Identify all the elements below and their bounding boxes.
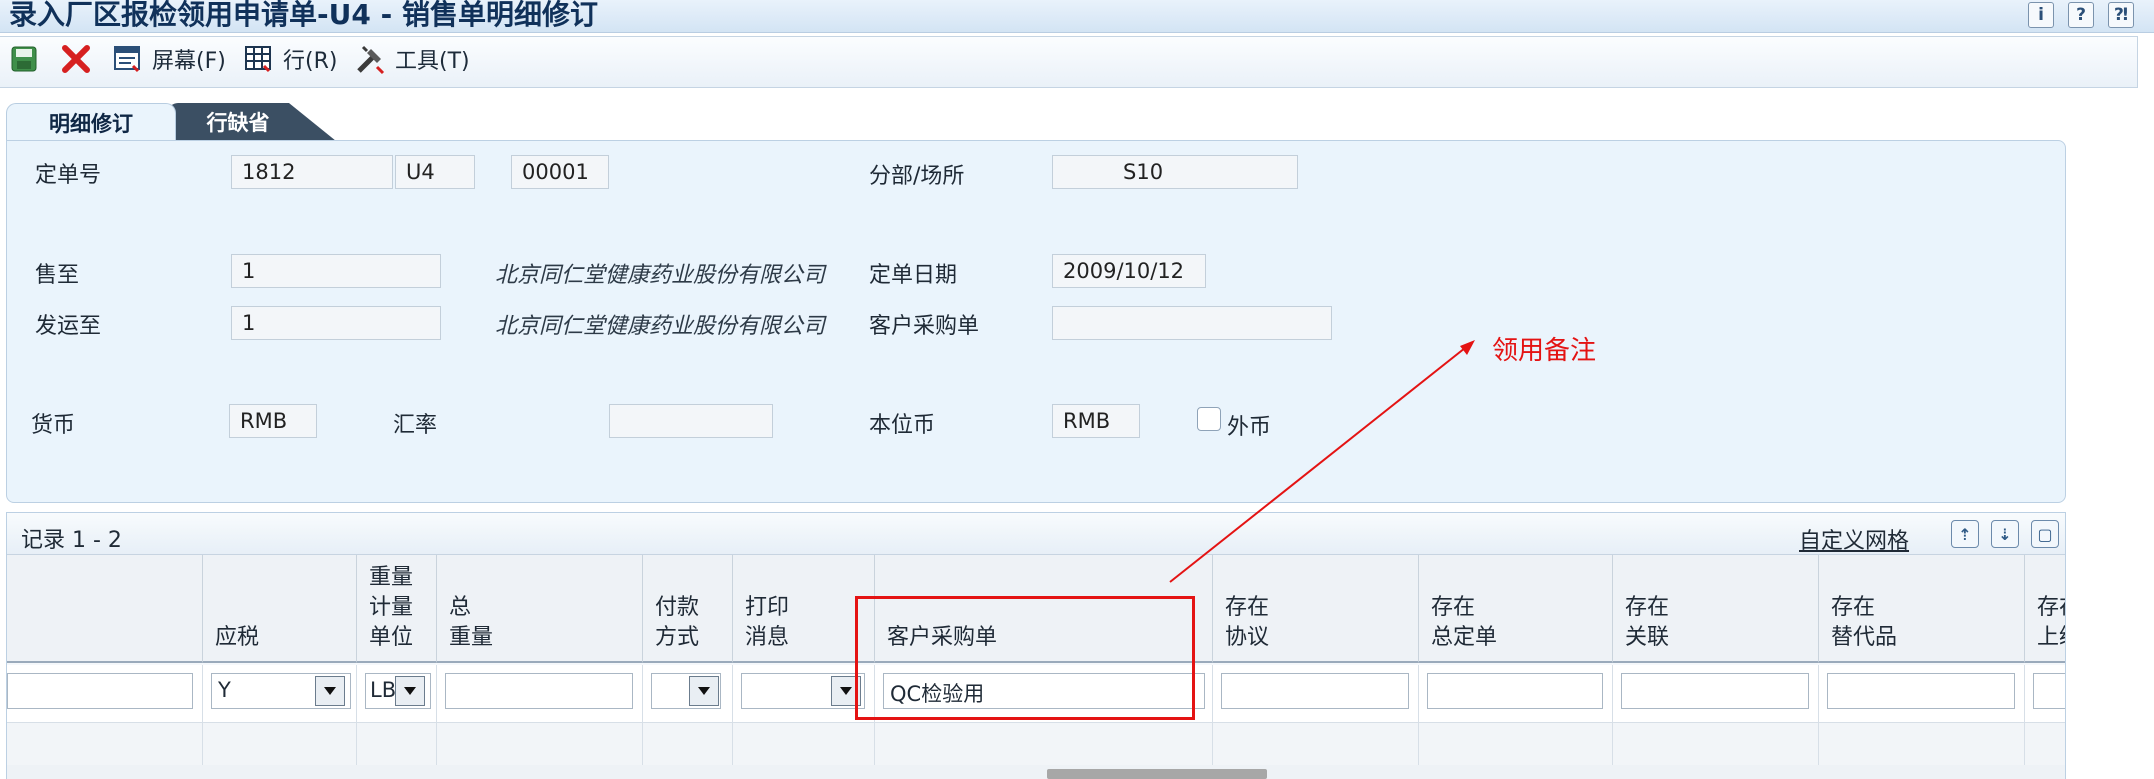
sold-to-field: 1 — [231, 254, 441, 288]
currency-label: 货币 — [31, 413, 76, 438]
row-menu[interactable]: 行(R) — [243, 43, 337, 75]
row2-cell — [875, 723, 1213, 771]
row2-cell — [1213, 723, 1419, 771]
header-panel: 定单号 1812 U4 00001 分部/场所 S10 售至 1 北京同仁堂健康… — [6, 140, 2066, 503]
import-icon[interactable]: ⇣ — [1991, 520, 2019, 548]
associated-input[interactable] — [1621, 673, 1809, 709]
screen-icon — [112, 43, 144, 75]
taxable-dropdown-button[interactable] — [315, 676, 345, 706]
grid-icon — [243, 43, 275, 75]
row2-cell — [1819, 723, 2025, 771]
tools-icon — [355, 43, 387, 75]
row2-cell — [733, 723, 875, 771]
row-menu-label: 行(R) — [283, 49, 338, 74]
exchange-rate-field[interactable] — [609, 404, 773, 438]
context-help-icon[interactable]: ⁈ — [2108, 2, 2134, 28]
payment-method-dropdown-button[interactable] — [689, 676, 719, 706]
parent-input[interactable] — [2033, 673, 2065, 709]
horizontal-scrollbar[interactable] — [7, 765, 2065, 779]
order-no-field: 1812 — [231, 155, 393, 189]
branch-field: S10 — [1052, 155, 1298, 189]
column-header-total-weight[interactable]: 总 重量 — [437, 555, 643, 663]
row2-cell — [203, 723, 357, 771]
column-header-weight-uom[interactable]: 重量 计量 单位 — [357, 555, 437, 663]
column-header-print-message[interactable]: 打印 消息 — [733, 555, 875, 663]
customize-grid-link[interactable]: 自定义网格 — [1799, 523, 1909, 555]
column-header-substitute[interactable]: 存在 替代品 — [1819, 555, 2025, 663]
order-no-label: 定单号 — [35, 163, 102, 188]
base-currency-field: RMB — [1052, 404, 1140, 438]
tools-menu-label: 工具(T) — [395, 49, 470, 74]
foreign-currency-checkbox[interactable] — [1197, 407, 1221, 431]
tab-detail-revision[interactable]: 明细修订 — [6, 103, 176, 141]
column-header-0 — [7, 555, 203, 663]
column-header-payment-method[interactable]: 付款 方式 — [643, 555, 733, 663]
row2-cell — [357, 723, 437, 771]
row2-cell — [1613, 723, 1819, 771]
column-header-blanket-order[interactable]: 存在 总定单 — [1419, 555, 1613, 663]
title-bar: 录入厂区报检领用申请单-U4 - 销售单明细修订 i ? ⁈ — [0, 0, 2154, 33]
chevron-down-icon — [840, 687, 852, 695]
sold-to-name: 北京同仁堂健康药业股份有限公司 — [495, 263, 826, 288]
info-icon[interactable]: i — [2028, 2, 2054, 28]
total-weight-input[interactable] — [445, 673, 633, 709]
column-header-agreement[interactable]: 存在 协议 — [1213, 555, 1419, 663]
chevron-down-icon — [324, 687, 336, 695]
base-currency-label: 本位币 — [869, 413, 936, 438]
order-type-field: U4 — [395, 155, 475, 189]
help-icon[interactable]: ? — [2068, 2, 2094, 28]
column-header-parent[interactable]: 存在 上级 — [2025, 555, 2065, 663]
branch-label: 分部/场所 — [869, 164, 965, 189]
scrollbar-thumb[interactable] — [1047, 769, 1267, 779]
column-header-taxable[interactable]: 应税 — [203, 555, 357, 663]
row2-cell — [2025, 723, 2065, 771]
title-icons: i ? ⁈ — [2028, 2, 2134, 28]
export-icon[interactable]: ⇡ — [1951, 520, 1979, 548]
record-count: 记录 1 - 2 — [21, 528, 122, 553]
close-icon — [60, 43, 92, 75]
exchange-rate-label: 汇率 — [393, 413, 438, 438]
order-date-field: 2009/10/12 — [1052, 254, 1206, 288]
annotation-text: 领用备注 — [1492, 336, 1597, 366]
maximize-icon[interactable]: ▢ — [2031, 520, 2059, 548]
column-header-associated[interactable]: 存在 关联 — [1613, 555, 1819, 663]
foreign-currency-label: 外币 — [1227, 415, 1272, 440]
cancel-button[interactable] — [60, 43, 92, 75]
order-company-field: 00001 — [511, 155, 609, 189]
chevron-down-icon — [698, 687, 710, 695]
row2-cell — [437, 723, 643, 771]
ship-to-label: 发运至 — [35, 314, 102, 339]
screen-menu-label: 屏幕(F) — [152, 49, 226, 74]
save-icon — [8, 43, 40, 75]
row1-input-0[interactable] — [7, 673, 193, 709]
grid-toolbar: 记录 1 - 2 自定义网格 ⇡ ⇣ ▢ — [7, 513, 2065, 555]
row2-cell — [1419, 723, 1613, 771]
blanket-order-input[interactable] — [1427, 673, 1603, 709]
row2-cell — [643, 723, 733, 771]
row2-cell — [7, 723, 203, 771]
screen-menu[interactable]: 屏幕(F) — [112, 43, 226, 75]
customer-po-label: 客户采购单 — [869, 314, 980, 339]
chevron-down-icon — [404, 687, 416, 695]
tools-menu[interactable]: 工具(T) — [355, 43, 470, 75]
order-date-label: 定单日期 — [869, 263, 958, 288]
ship-to-field: 1 — [231, 306, 441, 340]
weight-uom-dropdown-button[interactable] — [395, 676, 425, 706]
customer-po-field[interactable] — [1052, 306, 1332, 340]
save-button[interactable] — [8, 43, 40, 75]
ship-to-name: 北京同仁堂健康药业股份有限公司 — [495, 314, 826, 339]
currency-field: RMB — [229, 404, 317, 438]
window-title: 录入厂区报检领用申请单-U4 - 销售单明细修订 — [9, 0, 598, 31]
substitute-input[interactable] — [1827, 673, 2015, 709]
annotation-highlight-box — [855, 596, 1195, 720]
sold-to-label: 售至 — [35, 263, 80, 288]
toolbar: 屏幕(F) 行(R) 工具(T) — [0, 36, 2138, 88]
tab-row-defaults[interactable]: 行缺省 — [168, 103, 336, 141]
agreement-input[interactable] — [1221, 673, 1409, 709]
